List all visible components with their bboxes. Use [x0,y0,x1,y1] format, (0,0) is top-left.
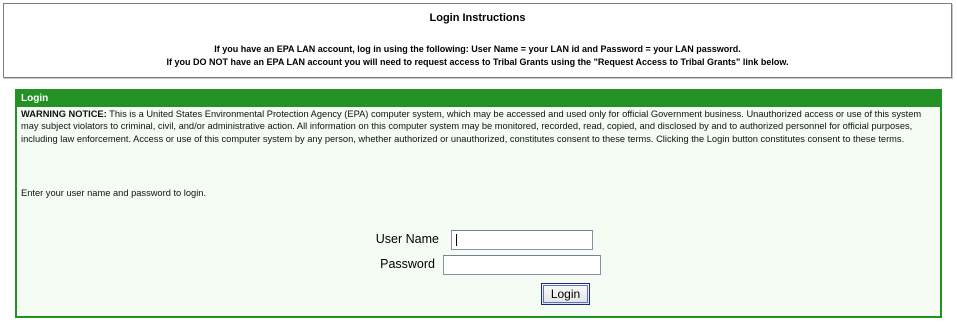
password-input[interactable] [443,255,601,275]
text-caret [456,234,457,246]
login-instructions-box: Login Instructions If you have an EPA LA… [3,3,952,78]
login-panel: Login WARNING NOTICE: This is a United S… [15,89,942,318]
username-input[interactable] [451,230,593,250]
login-button[interactable]: Login [541,283,590,305]
login-prompt: Enter your user name and password to log… [21,188,207,198]
instructions-no-lan-account-text: If you DO NOT have an EPA LAN account yo… [166,57,789,67]
username-label: User Name [375,232,439,246]
password-label: Password [380,257,435,271]
instructions-title: Login Instructions [429,12,526,24]
warning-notice: WARNING NOTICE: This is a United States … [21,108,937,145]
warning-notice-label: WARNING NOTICE: [21,109,107,119]
instructions-lan-account-text: If you have an EPA LAN account, log in u… [214,44,741,54]
warning-notice-text: This is a United States Environmental Pr… [21,109,922,144]
login-panel-header: Login [17,91,940,107]
